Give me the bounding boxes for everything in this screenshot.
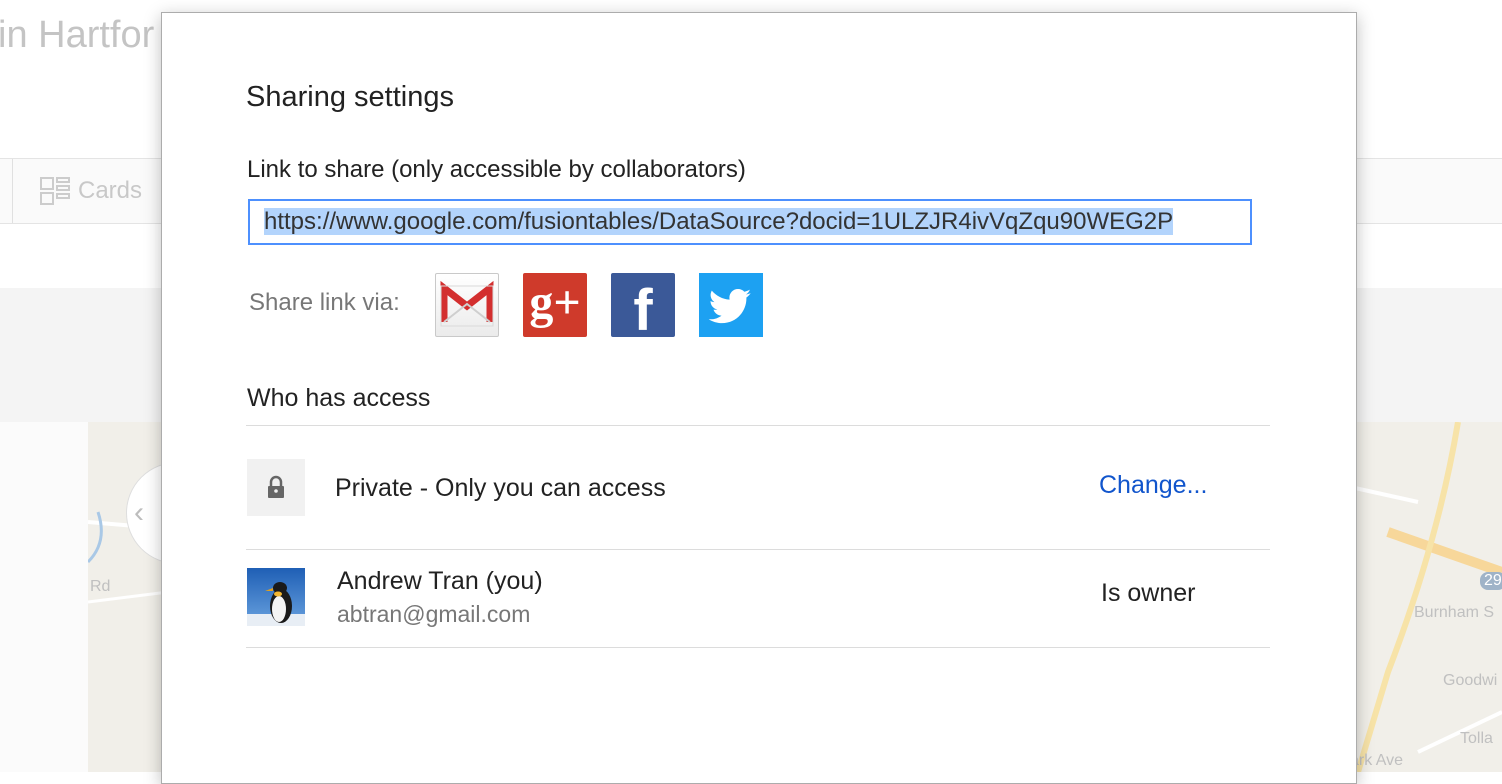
- avatar: [247, 568, 305, 626]
- gmail-icon: [440, 280, 494, 327]
- tab-cards-label: Cards: [78, 177, 143, 204]
- change-access-link[interactable]: Change...: [1099, 471, 1207, 500]
- gmail-share-button[interactable]: [435, 273, 499, 337]
- google-plus-icon: g+: [529, 276, 581, 329]
- divider: [246, 549, 1270, 550]
- map-label-burnham: Burnham S: [1414, 604, 1495, 621]
- access-icon-box: [247, 459, 305, 516]
- owner-role: Is owner: [1101, 579, 1196, 607]
- facebook-icon: f: [633, 278, 653, 343]
- tab-separator: [12, 159, 13, 223]
- facebook-share-button[interactable]: f: [611, 273, 675, 343]
- dialog-title: Sharing settings: [246, 81, 454, 113]
- divider: [246, 425, 1270, 426]
- background-list-pane: [0, 422, 88, 772]
- map-label-rd: Rd: [90, 578, 111, 595]
- google-plus-share-button[interactable]: g+: [523, 273, 587, 337]
- penguin-avatar-image: [247, 568, 305, 626]
- map-label-tollan: Tolla: [1460, 730, 1493, 747]
- map-label-park-ave: ark Ave: [1350, 752, 1404, 769]
- background-page-title: in Hartfor: [0, 14, 155, 56]
- twitter-icon: [708, 289, 751, 324]
- map-label-goodwin: Goodwi: [1443, 672, 1498, 689]
- share-via-label: Share link via:: [249, 289, 400, 316]
- share-link-value: https://www.google.com/fusiontables/Data…: [264, 208, 1174, 235]
- owner-email: abtran@gmail.com: [337, 601, 531, 627]
- cards-icon: [40, 177, 70, 205]
- tab-cards[interactable]: Cards: [40, 176, 142, 206]
- owner-name: Andrew Tran (you): [337, 567, 543, 595]
- sharing-settings-dialog: Sharing settings Link to share (only acc…: [161, 12, 1357, 784]
- divider: [246, 647, 1270, 648]
- chevron-left-icon: ‹: [134, 496, 144, 529]
- link-to-share-label: Link to share (only accessible by collab…: [247, 156, 746, 183]
- twitter-share-button[interactable]: [699, 273, 763, 337]
- lock-icon: [268, 475, 284, 498]
- who-has-access-label: Who has access: [247, 384, 431, 412]
- route-shield: 29: [1480, 572, 1502, 590]
- share-link-input[interactable]: https://www.google.com/fusiontables/Data…: [248, 199, 1252, 245]
- access-level-text: Private - Only you can access: [335, 474, 666, 502]
